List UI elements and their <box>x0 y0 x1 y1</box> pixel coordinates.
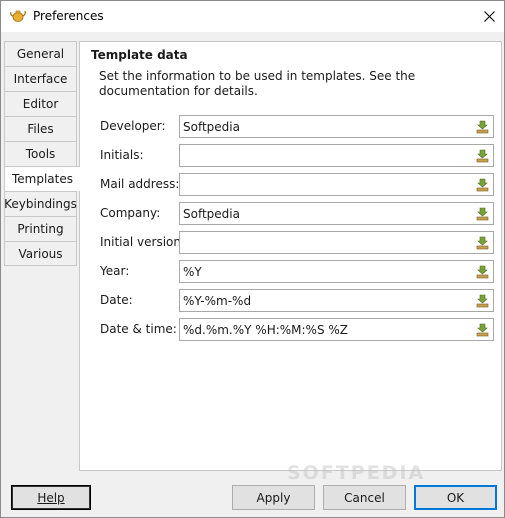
preferences-tabs: General Interface Editor Files Tools Tem… <box>4 41 80 266</box>
insert-icon[interactable] <box>475 264 490 279</box>
year-label: Year: <box>100 264 130 278</box>
date-time-label: Date & time: <box>100 322 177 336</box>
mail-address-label: Mail address: <box>100 177 180 191</box>
company-field <box>179 202 494 225</box>
date-field <box>179 289 494 312</box>
window-title: Preferences <box>33 9 104 23</box>
insert-icon[interactable] <box>475 206 490 221</box>
insert-icon[interactable] <box>475 293 490 308</box>
insert-icon[interactable] <box>475 148 490 163</box>
preferences-window: Preferences General Interface Editor Fil… <box>0 0 505 518</box>
cancel-button[interactable]: Cancel <box>323 485 406 510</box>
initials-row: Initials: <box>100 144 500 167</box>
date-time-field <box>179 318 494 341</box>
developer-input[interactable] <box>183 119 468 135</box>
tab-keybindings[interactable]: Keybindings <box>4 191 77 216</box>
initials-input[interactable] <box>183 148 468 164</box>
apply-button[interactable]: Apply <box>232 485 315 510</box>
cancel-button-label: Cancel <box>344 490 385 505</box>
insert-icon[interactable] <box>475 177 490 192</box>
company-row: Company: <box>100 202 500 225</box>
date-time-input[interactable] <box>183 322 468 338</box>
insert-icon[interactable] <box>475 235 490 250</box>
date-time-row: Date & time: <box>100 318 500 341</box>
template-data-panel: Template data Set the information to be … <box>79 41 502 471</box>
year-field <box>179 260 494 283</box>
date-label: Date: <box>100 293 133 307</box>
mail-address-field <box>179 173 494 196</box>
initials-label: Initials: <box>100 148 144 162</box>
year-input[interactable] <box>183 264 468 280</box>
ok-button[interactable]: OK <box>414 485 497 510</box>
tab-files[interactable]: Files <box>4 116 77 141</box>
tab-templates[interactable]: Templates <box>4 166 80 191</box>
ok-button-label: OK <box>446 490 465 505</box>
tab-various[interactable]: Various <box>4 241 77 266</box>
app-teapot-icon <box>10 10 26 22</box>
close-icon <box>483 10 495 22</box>
initial-version-field <box>179 231 494 254</box>
developer-field <box>179 115 494 138</box>
mail-address-row: Mail address: <box>100 173 500 196</box>
date-input[interactable] <box>183 293 468 309</box>
insert-icon[interactable] <box>475 119 490 134</box>
date-row: Date: <box>100 289 500 312</box>
tab-general[interactable]: General <box>4 41 77 66</box>
initials-field <box>179 144 494 167</box>
section-title: Template data <box>91 48 188 62</box>
tab-printing[interactable]: Printing <box>4 216 77 241</box>
help-button-label: Help <box>37 490 65 505</box>
mail-address-input[interactable] <box>183 177 468 193</box>
initial-version-label: Initial version: <box>100 235 186 249</box>
title-bar: Preferences <box>1 1 504 32</box>
initial-version-row: Initial version: <box>100 231 500 254</box>
developer-row: Developer: <box>100 115 500 138</box>
company-input[interactable] <box>183 206 468 222</box>
tab-interface[interactable]: Interface <box>4 66 77 91</box>
company-label: Company: <box>100 206 161 220</box>
insert-icon[interactable] <box>475 322 490 337</box>
tab-editor[interactable]: Editor <box>4 91 77 116</box>
close-button[interactable] <box>473 1 505 31</box>
developer-label: Developer: <box>100 119 166 133</box>
year-row: Year: <box>100 260 500 283</box>
tab-tools[interactable]: Tools <box>4 141 77 166</box>
help-button[interactable]: Help <box>11 485 91 510</box>
section-description: Set the information to be used in templa… <box>99 69 416 98</box>
apply-button-label: Apply <box>256 490 291 505</box>
initial-version-input[interactable] <box>183 235 468 251</box>
